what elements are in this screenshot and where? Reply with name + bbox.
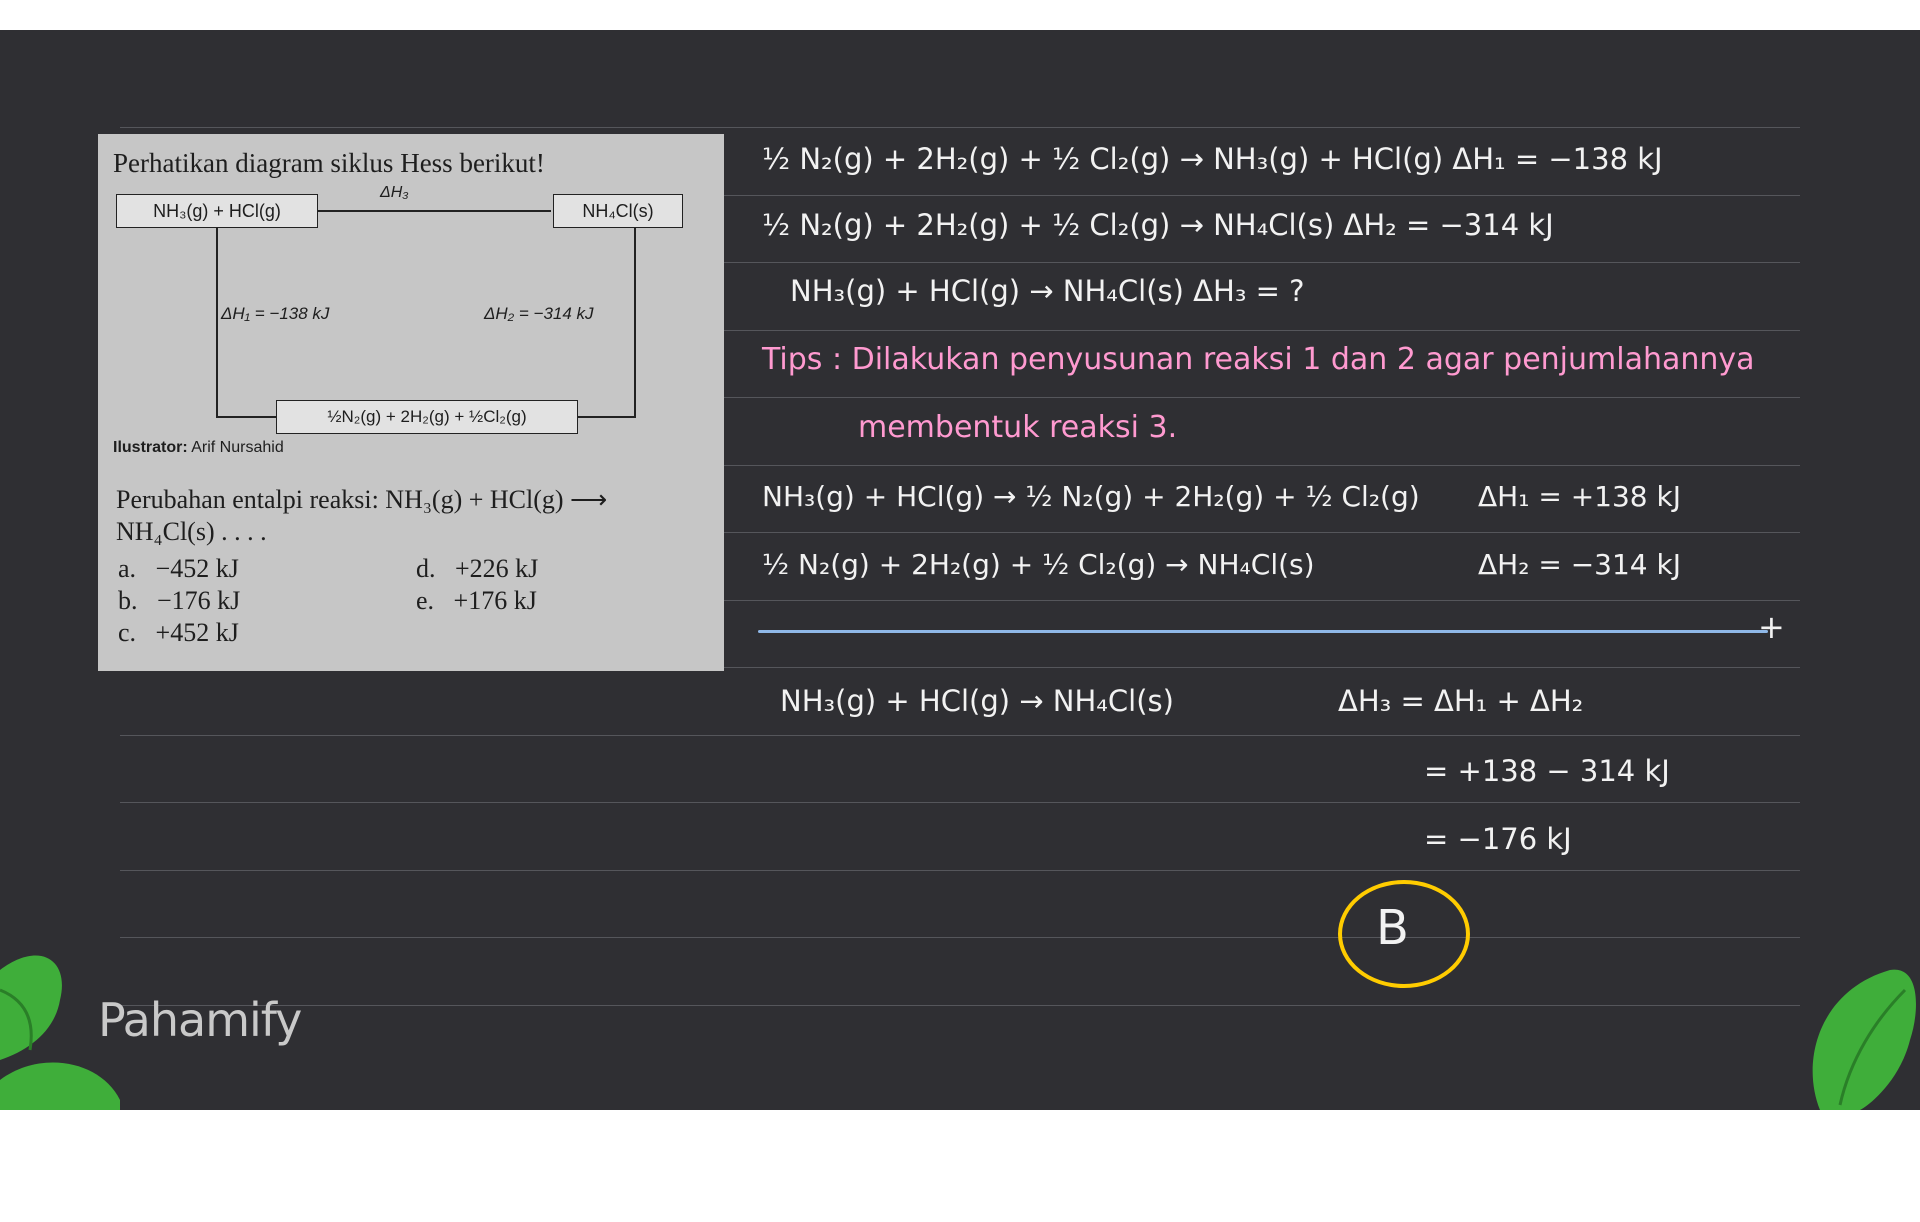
plus-sign: + [1758,608,1785,646]
tips-line-2: membentuk reaksi 3. [858,410,1178,445]
option-c: c. +452 kJ [118,618,239,647]
right-arrow-line [634,228,636,418]
option-d: d. +226 kJ [416,554,539,583]
pahamify-logo: Pahamify [98,993,302,1047]
product-box: NH₄Cl(s) [553,194,683,228]
question-title: Perhatikan diagram siklus Hess berikut! [113,148,545,178]
kept-dh2: ΔH₂ = −314 kJ [1478,548,1681,581]
ruled-line [120,735,1800,736]
result-equation: NH₃(g) + HCl(g) → NH₄Cl(s) [780,684,1174,718]
equation-1: ½ N₂(g) + 2H₂(g) + ½ Cl₂(g) → NH₃(g) + H… [762,142,1663,176]
ruled-line [120,1005,1800,1006]
dh3-sum: ΔH₃ = ΔH₁ + ΔH₂ [1338,684,1584,718]
dh3-arrow [318,210,551,212]
option-e: e. +176 kJ [416,586,537,615]
equation-3: NH₃(g) + HCl(g) → NH₄Cl(s) ΔH₃ = ? [790,274,1305,308]
option-a: a. −452 kJ [118,554,239,583]
ruled-line [120,127,1800,128]
reversed-equation-1: NH₃(g) + HCl(g) → ½ N₂(g) + 2H₂(g) + ½ C… [762,480,1420,513]
ruled-line [120,870,1800,871]
question-panel: Perhatikan diagram siklus Hess berikut! … [98,134,724,671]
dh2-label: ΔH₂ = −314 kJ [484,304,594,323]
dh1-label: ΔH₁ = −138 kJ [221,304,330,323]
dh3-label: ΔH₃ [380,184,409,201]
kept-equation-2: ½ N₂(g) + 2H₂(g) + ½ Cl₂(g) → NH₄Cl(s) [762,548,1315,581]
left-arrow-line [216,228,218,418]
reversed-dh1: ΔH₁ = +138 kJ [1478,480,1681,513]
bottom-right-line [576,416,636,418]
illustrator-credit: Ilustrator: Arif Nursahid [113,439,284,456]
whiteboard: Perhatikan diagram siklus Hess berikut! … [0,30,1920,1110]
option-b: b. −176 kJ [118,586,241,615]
tips-line-1: Tips : Dilakukan penyusunan reaksi 1 dan… [762,342,1755,377]
ruled-line [120,937,1800,938]
equation-2: ½ N₂(g) + 2H₂(g) + ½ Cl₂(g) → NH₄Cl(s) Δ… [762,208,1554,242]
elements-box: ½N₂(g) + 2H₂(g) + ½Cl₂(g) [276,400,578,434]
bottom-left-line [216,416,276,418]
ruled-line [120,802,1800,803]
dh3-substitution: = +138 − 314 kJ [1424,754,1670,788]
leaf-right-icon [1812,969,1916,1110]
dh3-result: = −176 kJ [1424,822,1572,856]
reactant-box: NH₃(g) + HCl(g) [116,194,318,228]
sum-separator [758,630,1768,633]
question-text: Perubahan entalpi reaksi: NH₃(g) + HCl(g… [116,485,608,546]
answer-letter: B [1376,900,1409,956]
